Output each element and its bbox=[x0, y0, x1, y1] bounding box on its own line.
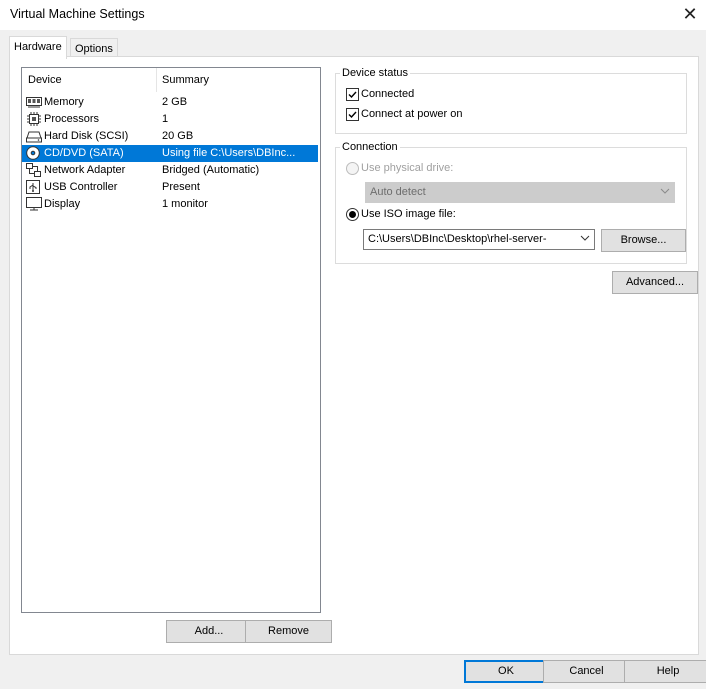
device-list[interactable]: Device Summary Memory 2 GB Processors 1 … bbox=[21, 67, 321, 613]
device-row-cd-dvd[interactable]: CD/DVD (SATA) Using file C:\Users\DBInc.… bbox=[22, 145, 318, 162]
radio-dot bbox=[349, 211, 356, 218]
device-name: Hard Disk (SCSI) bbox=[44, 130, 129, 142]
device-row-processors[interactable]: Processors 1 bbox=[22, 111, 318, 128]
help-button[interactable]: Help bbox=[624, 660, 706, 683]
device-summary: Using file C:\Users\DBInc... bbox=[162, 147, 296, 159]
connection-label: Connection bbox=[340, 141, 400, 153]
use-physical-drive-label[interactable]: Use physical drive: bbox=[361, 162, 453, 174]
device-name: Network Adapter bbox=[44, 164, 126, 176]
device-summary: 2 GB bbox=[162, 96, 188, 108]
tab-hardware[interactable]: Hardware bbox=[9, 36, 67, 59]
device-summary: Bridged (Automatic) bbox=[162, 164, 260, 176]
device-name: USB Controller bbox=[44, 181, 118, 193]
processor-icon bbox=[27, 112, 41, 126]
close-icon[interactable]: ✕ bbox=[676, 2, 704, 26]
window-title: Virtual Machine Settings bbox=[10, 7, 145, 21]
advanced-button[interactable]: Advanced... bbox=[612, 271, 698, 294]
use-physical-drive-radio[interactable] bbox=[346, 162, 359, 175]
checkmark-icon bbox=[348, 111, 357, 119]
connect-at-power-on-label[interactable]: Connect at power on bbox=[361, 108, 463, 120]
tab-label: Options bbox=[75, 43, 113, 55]
cd-dvd-icon bbox=[26, 146, 40, 160]
display-icon bbox=[26, 197, 42, 211]
iso-path-combo[interactable]: C:\Users\DBInc\Desktop\rhel-server- bbox=[363, 229, 595, 250]
hard-disk-icon bbox=[26, 131, 42, 143]
device-status-label: Device status bbox=[340, 67, 411, 79]
column-header-summary[interactable]: Summary bbox=[162, 74, 209, 86]
cancel-button[interactable]: Cancel bbox=[543, 660, 630, 683]
device-summary: Present bbox=[162, 181, 200, 193]
device-status-group bbox=[335, 73, 687, 134]
use-iso-image-radio[interactable] bbox=[346, 208, 359, 221]
usb-icon bbox=[26, 180, 40, 194]
connected-label[interactable]: Connected bbox=[361, 88, 414, 100]
column-separator[interactable] bbox=[156, 68, 157, 92]
chevron-down-icon bbox=[580, 235, 590, 241]
title-bar: Virtual Machine Settings ✕ bbox=[0, 0, 706, 30]
connect-at-power-on-checkbox[interactable] bbox=[346, 108, 359, 121]
memory-icon bbox=[26, 97, 42, 108]
device-row-usb-controller[interactable]: USB Controller Present bbox=[22, 179, 318, 196]
device-name: CD/DVD (SATA) bbox=[44, 147, 124, 159]
device-summary: 20 GB bbox=[162, 130, 194, 142]
device-summary: 1 bbox=[162, 113, 169, 125]
ok-button[interactable]: OK bbox=[464, 660, 548, 683]
physical-drive-select[interactable]: Auto detect bbox=[365, 182, 675, 203]
connected-checkbox[interactable] bbox=[346, 88, 359, 101]
device-row-hard-disk[interactable]: Hard Disk (SCSI) 20 GB bbox=[22, 128, 318, 145]
tab-label: Hardware bbox=[14, 41, 62, 53]
use-iso-image-label[interactable]: Use ISO image file: bbox=[361, 208, 456, 220]
physical-drive-value: Auto detect bbox=[370, 186, 426, 198]
device-row-network-adapter[interactable]: Network Adapter Bridged (Automatic) bbox=[22, 162, 318, 179]
column-header-device[interactable]: Device bbox=[28, 74, 62, 86]
device-name: Display bbox=[44, 198, 81, 210]
device-name: Processors bbox=[44, 113, 100, 125]
checkmark-icon bbox=[348, 91, 357, 99]
remove-device-button[interactable]: Remove bbox=[245, 620, 332, 643]
list-header: Device Summary bbox=[22, 68, 320, 94]
browse-button[interactable]: Browse... bbox=[601, 229, 686, 252]
chevron-down-icon bbox=[660, 188, 670, 194]
device-name: Memory bbox=[44, 96, 84, 108]
device-summary: 1 monitor bbox=[162, 198, 208, 210]
iso-path-value: C:\Users\DBInc\Desktop\rhel-server- bbox=[368, 233, 547, 245]
network-adapter-icon bbox=[26, 163, 41, 177]
add-device-button[interactable]: Add... bbox=[166, 620, 252, 643]
device-row-display[interactable]: Display 1 monitor bbox=[22, 196, 318, 213]
device-row-memory[interactable]: Memory 2 GB bbox=[22, 94, 318, 111]
